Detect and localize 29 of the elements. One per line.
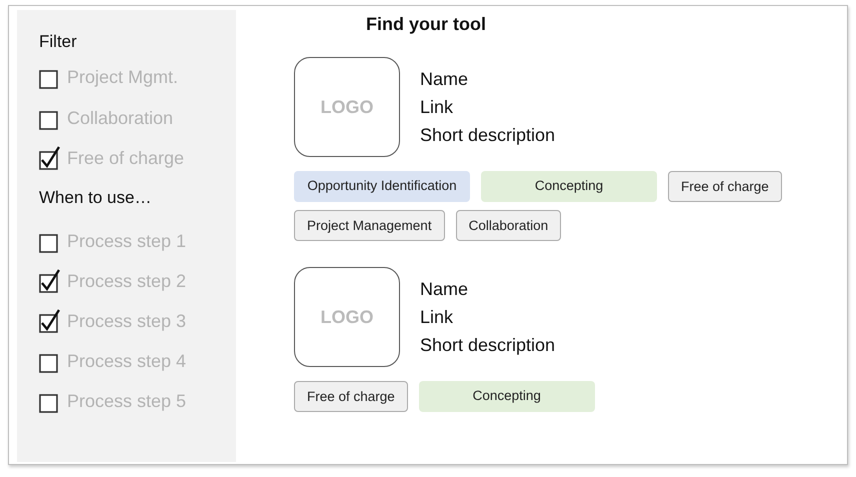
tag: Free of charge [668, 171, 782, 202]
tag: Opportunity Identification [294, 171, 470, 202]
checkbox-label[interactable]: Free of charge [67, 147, 184, 169]
tag: Free of charge [294, 381, 408, 412]
checkbox-label[interactable]: Collaboration [67, 106, 174, 128]
tag: Concepting [418, 381, 595, 412]
checkbox-label[interactable]: Process step 5 [67, 390, 186, 412]
checkbox-label[interactable]: Process step 2 [67, 270, 186, 292]
section-heading: When to use… [39, 188, 152, 208]
checkbox-label[interactable]: Process step 3 [67, 310, 186, 332]
tool-description: Short description [420, 124, 556, 147]
checkbox-label[interactable]: Process step 1 [67, 230, 186, 252]
tool-link[interactable]: Link [420, 303, 556, 331]
tool-description: Short description [420, 334, 556, 357]
tool-name: Name [420, 278, 470, 301]
checkbox-label[interactable]: Project Mgmt. [67, 66, 178, 88]
tag: Collaboration [456, 210, 562, 241]
checkbox[interactable] [39, 268, 61, 294]
tag: Concepting [481, 171, 657, 202]
checkbox[interactable] [39, 308, 61, 334]
page-title: Find your tool [366, 14, 487, 35]
logo-text: LOGO [320, 306, 374, 328]
section-heading: Filter [39, 32, 78, 52]
logo-text: LOGO [320, 96, 374, 118]
tag: Project Management [294, 210, 445, 241]
checkbox[interactable] [39, 145, 61, 171]
checkbox-label[interactable]: Process step 4 [67, 350, 186, 372]
tool-link[interactable]: Link [420, 93, 556, 121]
tool-name: Name [420, 68, 470, 91]
